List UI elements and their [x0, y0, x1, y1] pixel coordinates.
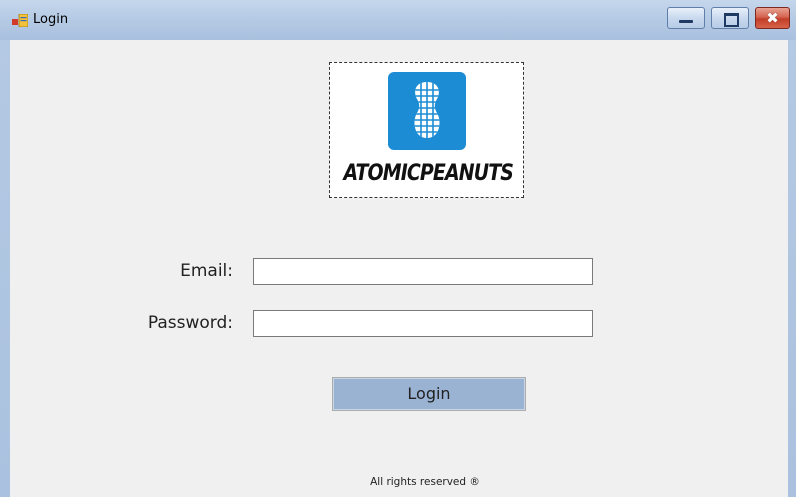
window-title: Login: [33, 12, 69, 27]
login-button[interactable]: Login: [332, 377, 526, 411]
maximize-button[interactable]: [711, 7, 749, 29]
close-button[interactable]: ✖: [755, 7, 790, 29]
window-frame-right: [788, 40, 796, 497]
window-frame-left: [0, 40, 10, 497]
close-icon: ✖: [766, 9, 779, 27]
app-icon: [12, 14, 28, 27]
peanut-grid-icon: [414, 82, 440, 138]
footer-copyright: All rights reserved ®: [370, 476, 480, 488]
logo-picturebox: ATOMICPEANUTS: [329, 62, 524, 198]
minimize-button[interactable]: [667, 7, 705, 29]
title-bar[interactable]: Login ✖: [0, 0, 796, 40]
logo-badge: [388, 72, 466, 150]
login-window: Login ✖ ATOMICPEANUTS Email: Password: L…: [0, 0, 796, 497]
email-field[interactable]: [253, 258, 593, 285]
minimize-icon: [679, 20, 693, 23]
maximize-icon: [724, 13, 739, 27]
password-label: Password:: [147, 313, 233, 333]
email-label: Email:: [180, 261, 233, 281]
password-field[interactable]: [253, 310, 593, 337]
logo-wordmark: ATOMICPEANUTS: [343, 161, 514, 186]
